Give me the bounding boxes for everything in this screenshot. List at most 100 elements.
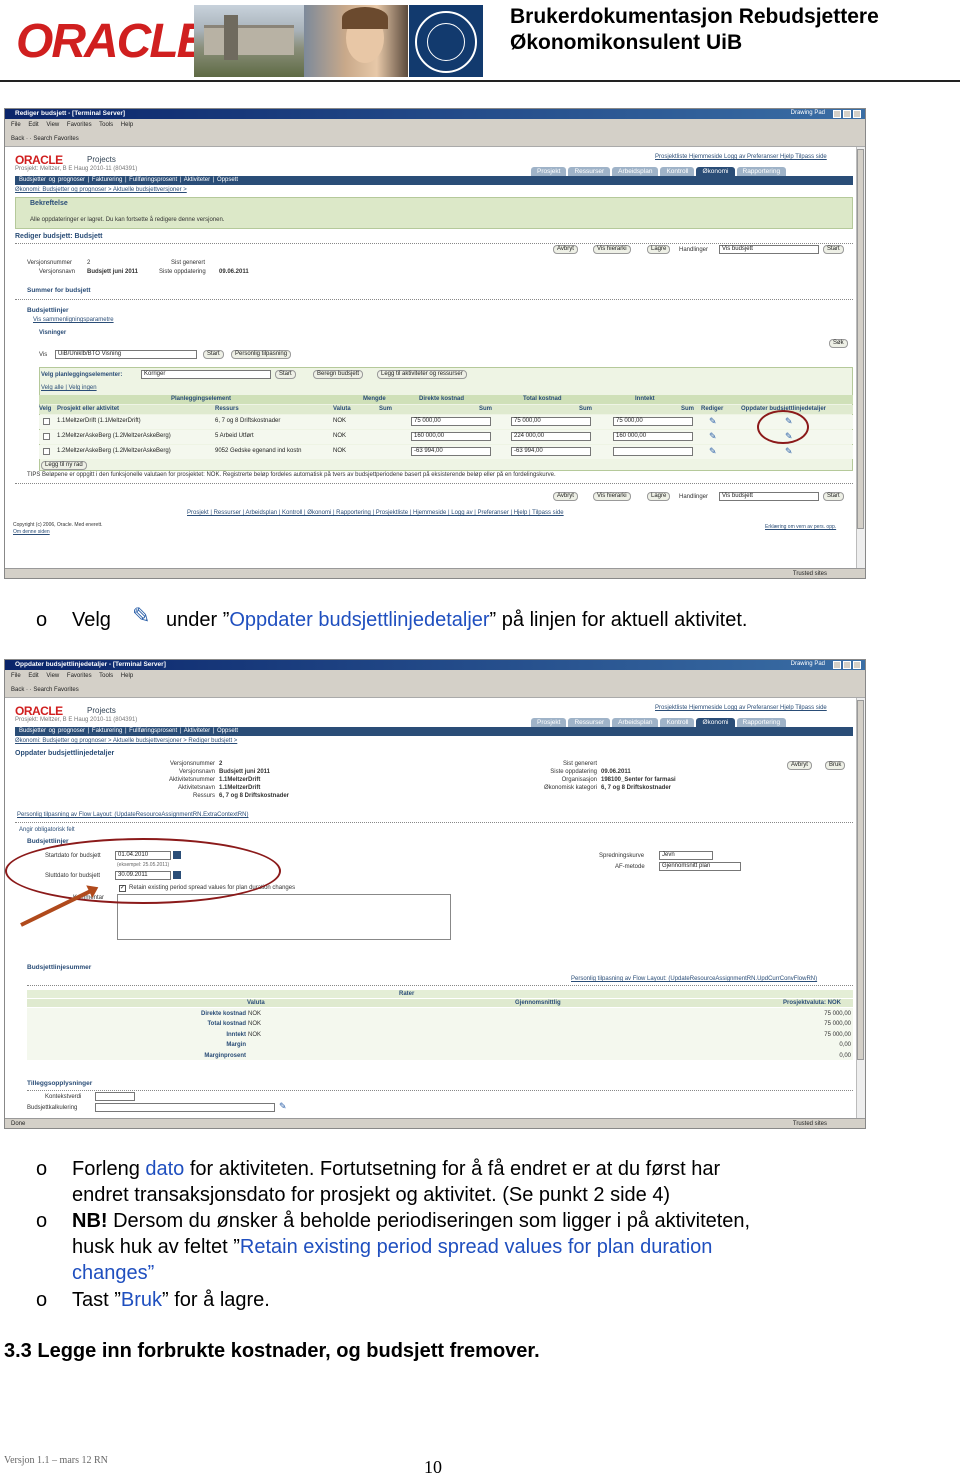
tab-prosjekt[interactable]: Prosjekt [531, 167, 567, 176]
af-select[interactable]: Gjennomsnitt plan [659, 862, 741, 871]
tab-ressurser[interactable]: Ressurser [568, 167, 611, 176]
edit-pencil-icon[interactable]: ✎ [709, 447, 718, 456]
instruction-line: husk huk av feltet ”Retain existing peri… [72, 1234, 712, 1260]
row-income-input[interactable]: 160 000,00 [613, 432, 693, 441]
scrollbar[interactable] [856, 698, 865, 1118]
tab-prosjekt[interactable]: Prosjekt [531, 718, 567, 727]
row-direct-input[interactable]: 75 000,00 [411, 417, 491, 426]
row-total-input[interactable]: 224 000,00 [511, 432, 591, 441]
table-header: Velg Prosjekt eller aktivitet Ressurs Va… [39, 405, 853, 414]
plan-elements-select[interactable]: Korriger [141, 370, 271, 379]
row-total-input[interactable]: -63 994,00 [511, 447, 591, 456]
info-label: Versjonsnummer [169, 761, 215, 767]
col-average: Gjennomsnittlig [515, 1000, 561, 1006]
row-checkbox[interactable] [43, 433, 50, 440]
search-button[interactable]: Søk [829, 339, 848, 348]
bottom-links[interactable]: Prosjekt | Ressurser | Arbeidsplan | Kon… [187, 509, 564, 517]
info-value: 2 [219, 761, 223, 767]
personalize-flow-link[interactable]: Personlig tilpasning av Flow Layout: (Up… [17, 812, 248, 818]
browser-toolbar[interactable]: Back · · Search Favorites [5, 131, 865, 147]
cancel-button[interactable]: Avbryt [787, 761, 812, 770]
tab-okonomi[interactable]: Økonomi [696, 167, 735, 176]
cancel-button-bottom[interactable]: Avbryt [553, 492, 578, 501]
actions-select-bottom[interactable]: Vis budsjett [719, 492, 819, 501]
personalize-summary-link[interactable]: Personlig tilpasning av Flow Layout: (Up… [571, 976, 817, 982]
menu-bar[interactable]: File Edit View Favorites Tools Help [5, 670, 865, 682]
start-button[interactable]: Start [823, 245, 844, 254]
view-select[interactable]: UiB/Uniklb/BTO Visning [55, 350, 197, 359]
about-page-link[interactable]: Om denne siden [13, 528, 50, 536]
row-income-input[interactable] [613, 447, 693, 456]
confirmation-box: Bekreftelse Alle oppdateringer er lagret… [15, 197, 853, 229]
lookup-icon[interactable]: ✎ [279, 1102, 288, 1111]
calculate-budget-button[interactable]: Beregn budsjett [313, 370, 364, 379]
tab-arbeidsplan[interactable]: Arbeidsplan [612, 167, 659, 176]
bullet: o [36, 1158, 48, 1180]
row-total-input[interactable]: 75 000,00 [511, 417, 591, 426]
spread-select[interactable]: Jevn [659, 851, 713, 860]
minimize-icon[interactable] [833, 110, 841, 118]
top-links[interactable]: Prosjektliste Hjemmeside Logg av Prefera… [655, 704, 827, 712]
tab-okonomi[interactable]: Økonomi [696, 718, 735, 727]
uib-seal-logo [409, 5, 483, 77]
update-details-pencil-icon[interactable]: ✎ [785, 447, 794, 456]
actions-select[interactable]: Vis budsjett [719, 245, 819, 254]
table-row: 1.2MeltzerAskeBerg (1.2MeltzerAskeBerg) … [39, 445, 853, 459]
edit-pencil-icon[interactable]: ✎ [709, 432, 718, 441]
use-button[interactable]: Bruk [825, 761, 846, 770]
tab-kontroll[interactable]: Kontroll [660, 718, 695, 727]
tab-kontroll[interactable]: Kontroll [660, 167, 695, 176]
window-title: Oppdater budsjettlinjedetaljer - [Termin… [5, 660, 865, 670]
add-activities-button[interactable]: Legg til aktiviteter og ressurser [377, 370, 467, 379]
summary-toggle[interactable]: Summer for budsjett [27, 287, 91, 294]
top-links[interactable]: Prosjektliste Hjemmeside Logg av Prefera… [655, 153, 827, 161]
row-direct-input[interactable]: 160 000,00 [411, 432, 491, 441]
row-checkbox[interactable] [43, 448, 50, 455]
tab-rapportering[interactable]: Rapportering [736, 718, 787, 727]
scrollbar[interactable] [856, 147, 865, 568]
save-button-bottom[interactable]: Lagre [647, 492, 671, 501]
text: for aktiviteten. Fortutsetning for å få … [184, 1158, 721, 1180]
screenshot-edit-budget: Rediger budsjett - [Terminal Server] Dra… [4, 108, 866, 579]
close-icon[interactable] [853, 110, 861, 118]
edit-pencil-icon[interactable]: ✎ [709, 417, 718, 426]
start-plan-button[interactable]: Start [275, 370, 296, 379]
table-row: 1.2MeltzerAskeBerg (1.2MeltzerAskeBerg) … [39, 430, 853, 444]
breadcrumb[interactable]: Økonomi: Budsjetter og prognoser > Aktue… [15, 187, 187, 193]
select-all-link[interactable]: Velg alle | Velg ingen [41, 385, 97, 391]
window-title: Rediger budsjett - [Terminal Server] [5, 109, 865, 119]
header-title-line2: Økonomikonsulent UiB [510, 31, 743, 54]
rates-header: Rater [27, 990, 853, 998]
start-view-button[interactable]: Start [203, 350, 224, 359]
hierarchy-button[interactable]: Vis hierarki [593, 245, 631, 254]
row-income-input[interactable]: 75 000,00 [613, 417, 693, 426]
tab-ressurser[interactable]: Ressurser [568, 718, 611, 727]
maximize-icon[interactable] [843, 110, 851, 118]
row-direct-input[interactable]: -63 994,00 [411, 447, 491, 456]
privacy-link[interactable]: Erklæring om vern av pers. opp. [765, 523, 836, 531]
menu-bar[interactable]: File Edit View Favorites Tools Help [5, 119, 865, 131]
browser-toolbar[interactable]: Back · · Search Favorites [5, 682, 865, 698]
save-button[interactable]: Lagre [647, 245, 671, 254]
add-row-button[interactable]: Legg til ny rad [41, 461, 87, 470]
sub-nav[interactable]: Budsjetter og prognoser | Fakturering | … [15, 176, 853, 185]
info-label: Aktivitetsnummer [168, 777, 215, 783]
personalize-button[interactable]: Personlig tilpasning [231, 350, 292, 359]
summary-label: Margin [226, 1042, 246, 1049]
hierarchy-button-bottom[interactable]: Vis hierarki [593, 492, 631, 501]
sub-nav[interactable]: Budsjetter og prognoser | Fakturering | … [15, 727, 853, 736]
tab-rapportering[interactable]: Rapportering [736, 167, 787, 176]
start-button-bottom[interactable]: Start [823, 492, 844, 501]
calc-input[interactable] [95, 1103, 275, 1112]
minimize-icon[interactable] [833, 661, 841, 669]
info-value: 6, 7 og 8 Driftskostnader [601, 785, 672, 791]
context-select[interactable] [95, 1092, 135, 1101]
compare-params-link[interactable]: Vis sammenligningsparametre [33, 317, 114, 323]
tab-arbeidsplan[interactable]: Arbeidsplan [612, 718, 659, 727]
close-icon[interactable] [853, 661, 861, 669]
summary-currency: NOK [248, 1031, 262, 1038]
breadcrumb[interactable]: Økonomi: Budsjetter og prognoser > Aktue… [15, 738, 237, 744]
maximize-icon[interactable] [843, 661, 851, 669]
cancel-button[interactable]: Avbryt [553, 245, 578, 254]
row-checkbox[interactable] [43, 418, 50, 425]
